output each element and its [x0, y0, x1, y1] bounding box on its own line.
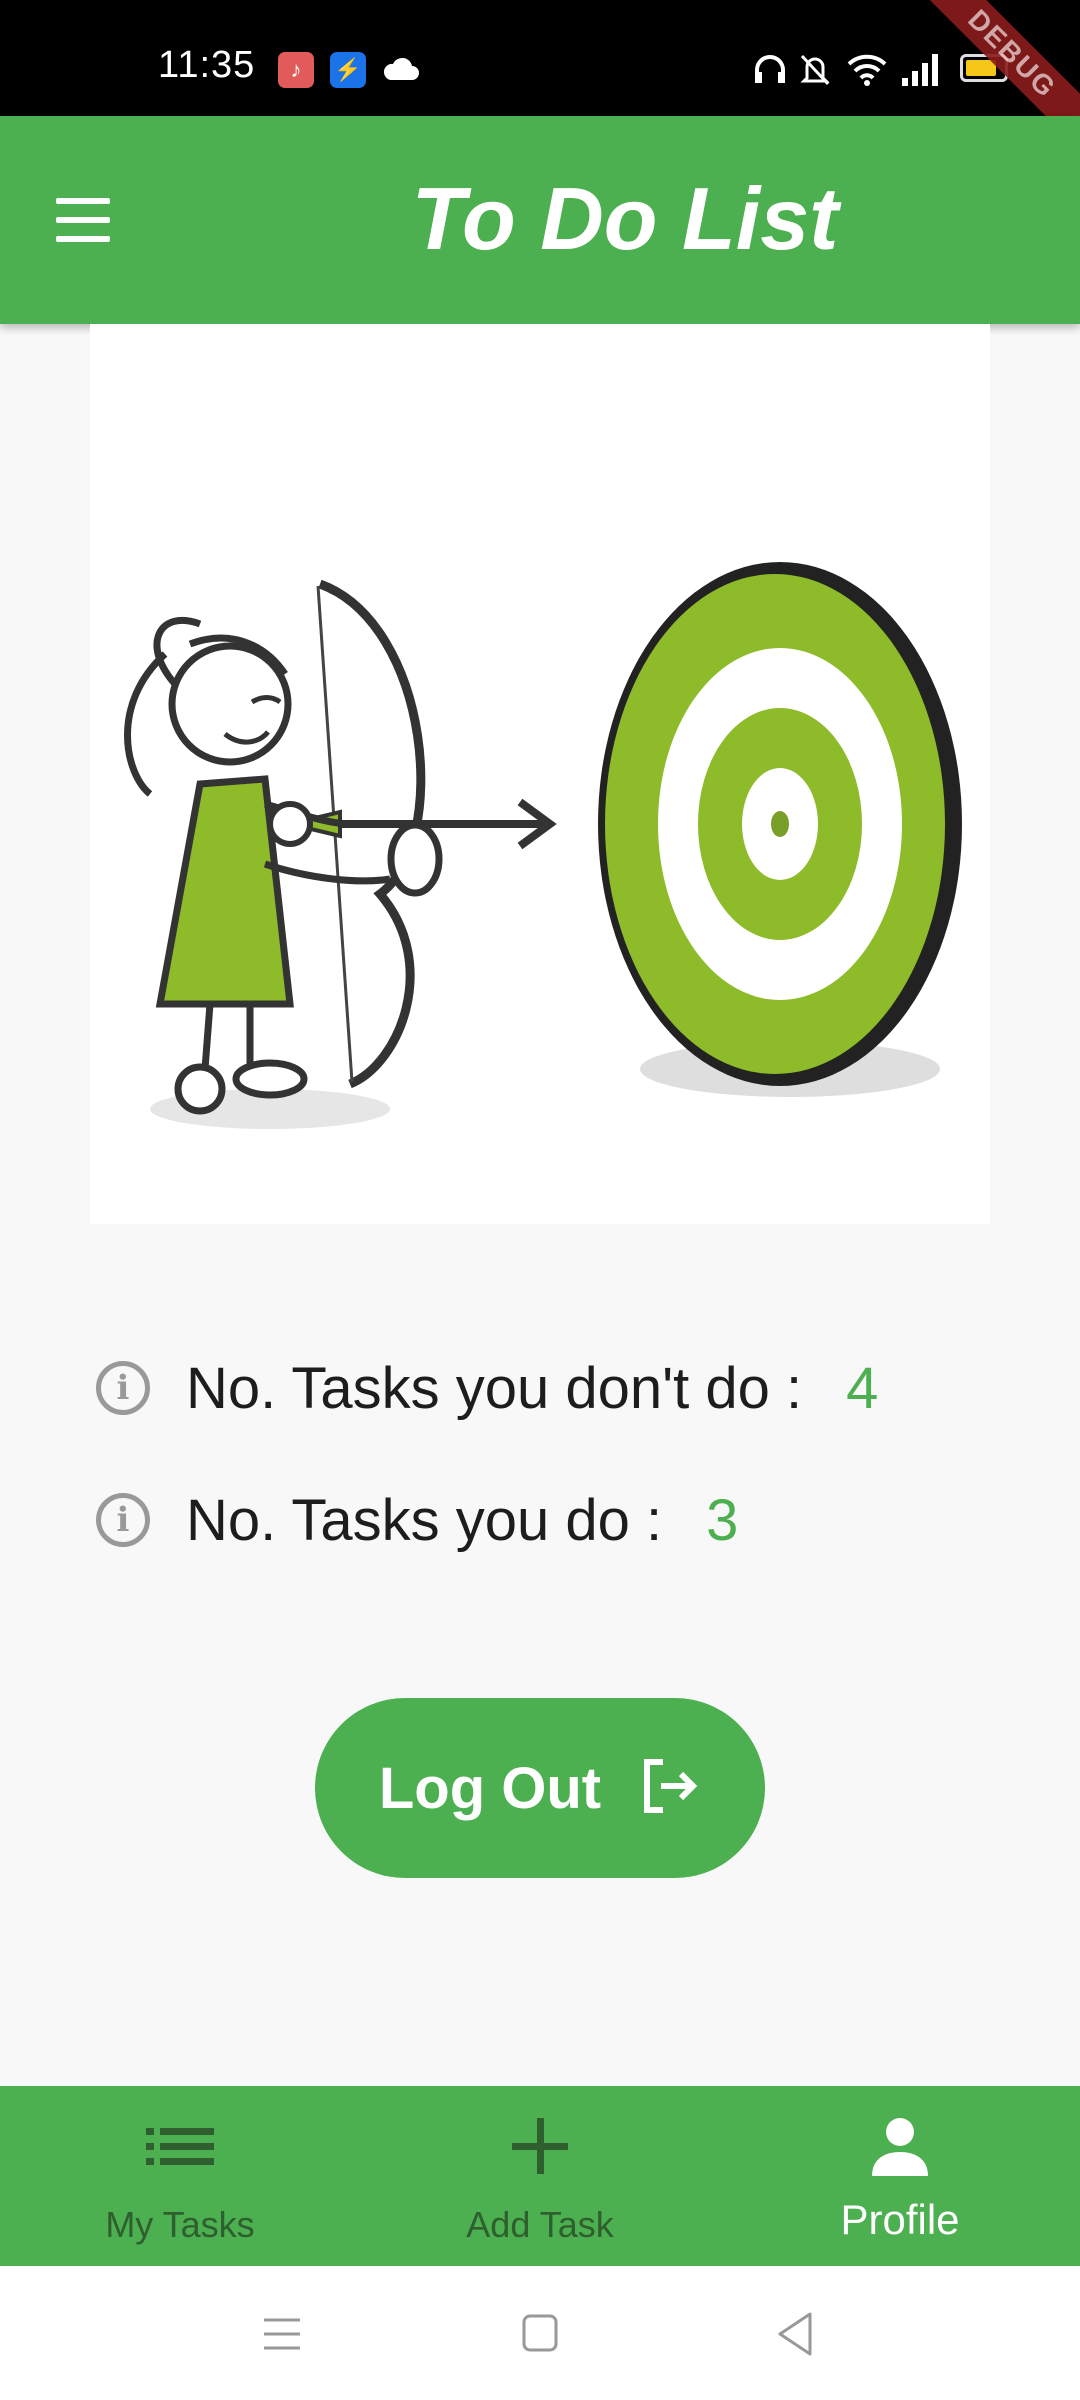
headphones-icon	[752, 52, 788, 91]
stat-row-not-done: i No. Tasks you don't do : 4	[96, 1348, 878, 1428]
system-nav-bar	[0, 2266, 1080, 2400]
usb-icon: ⚡	[330, 52, 366, 88]
cloud-icon	[382, 54, 420, 89]
nav-item-my-tasks[interactable]: My Tasks	[0, 2086, 360, 2266]
status-time: 11:35	[158, 44, 256, 86]
logout-icon	[637, 1754, 701, 1823]
list-icon	[144, 2116, 216, 2181]
logout-button[interactable]: Log Out	[315, 1698, 765, 1878]
logout-label: Log Out	[378, 1755, 602, 1821]
stat-value-done: 3	[706, 1487, 739, 1553]
bottom-nav: My Tasks Add Task Profile	[0, 2086, 1080, 2266]
nav-label-add-task: Add Task	[466, 2204, 614, 2245]
stat-value-not-done: 4	[846, 1355, 879, 1421]
back-button[interactable]	[766, 2306, 826, 2362]
page-title: To Do List	[411, 169, 839, 268]
info-icon: i	[96, 1361, 150, 1415]
stat-label-done: No. Tasks you do :	[186, 1487, 663, 1553]
wifi-icon	[846, 52, 888, 91]
home-button[interactable]	[510, 2306, 570, 2362]
stat-label-not-done: No. Tasks you don't do :	[186, 1355, 803, 1421]
nav-item-add-task[interactable]: Add Task	[360, 2086, 720, 2266]
music-app-icon: ♪	[278, 52, 314, 88]
recent-apps-button[interactable]	[252, 2306, 312, 2362]
bell-muted-icon	[798, 52, 832, 93]
signal-icon	[900, 52, 940, 91]
nav-label-my-tasks: My Tasks	[105, 2204, 255, 2245]
stat-row-done: i No. Tasks you do : 3	[96, 1480, 738, 1560]
person-icon	[868, 2114, 932, 2183]
app-bar: To Do List	[0, 116, 1080, 324]
info-icon: i	[96, 1493, 150, 1547]
nav-label-profile: Profile	[840, 2196, 960, 2243]
nav-item-profile[interactable]: Profile	[720, 2086, 1080, 2266]
plus-icon	[510, 2116, 570, 2181]
status-bar: 11:35 ♪ ⚡ DEBUG	[0, 0, 1080, 161]
archer-illustration	[90, 324, 990, 1224]
